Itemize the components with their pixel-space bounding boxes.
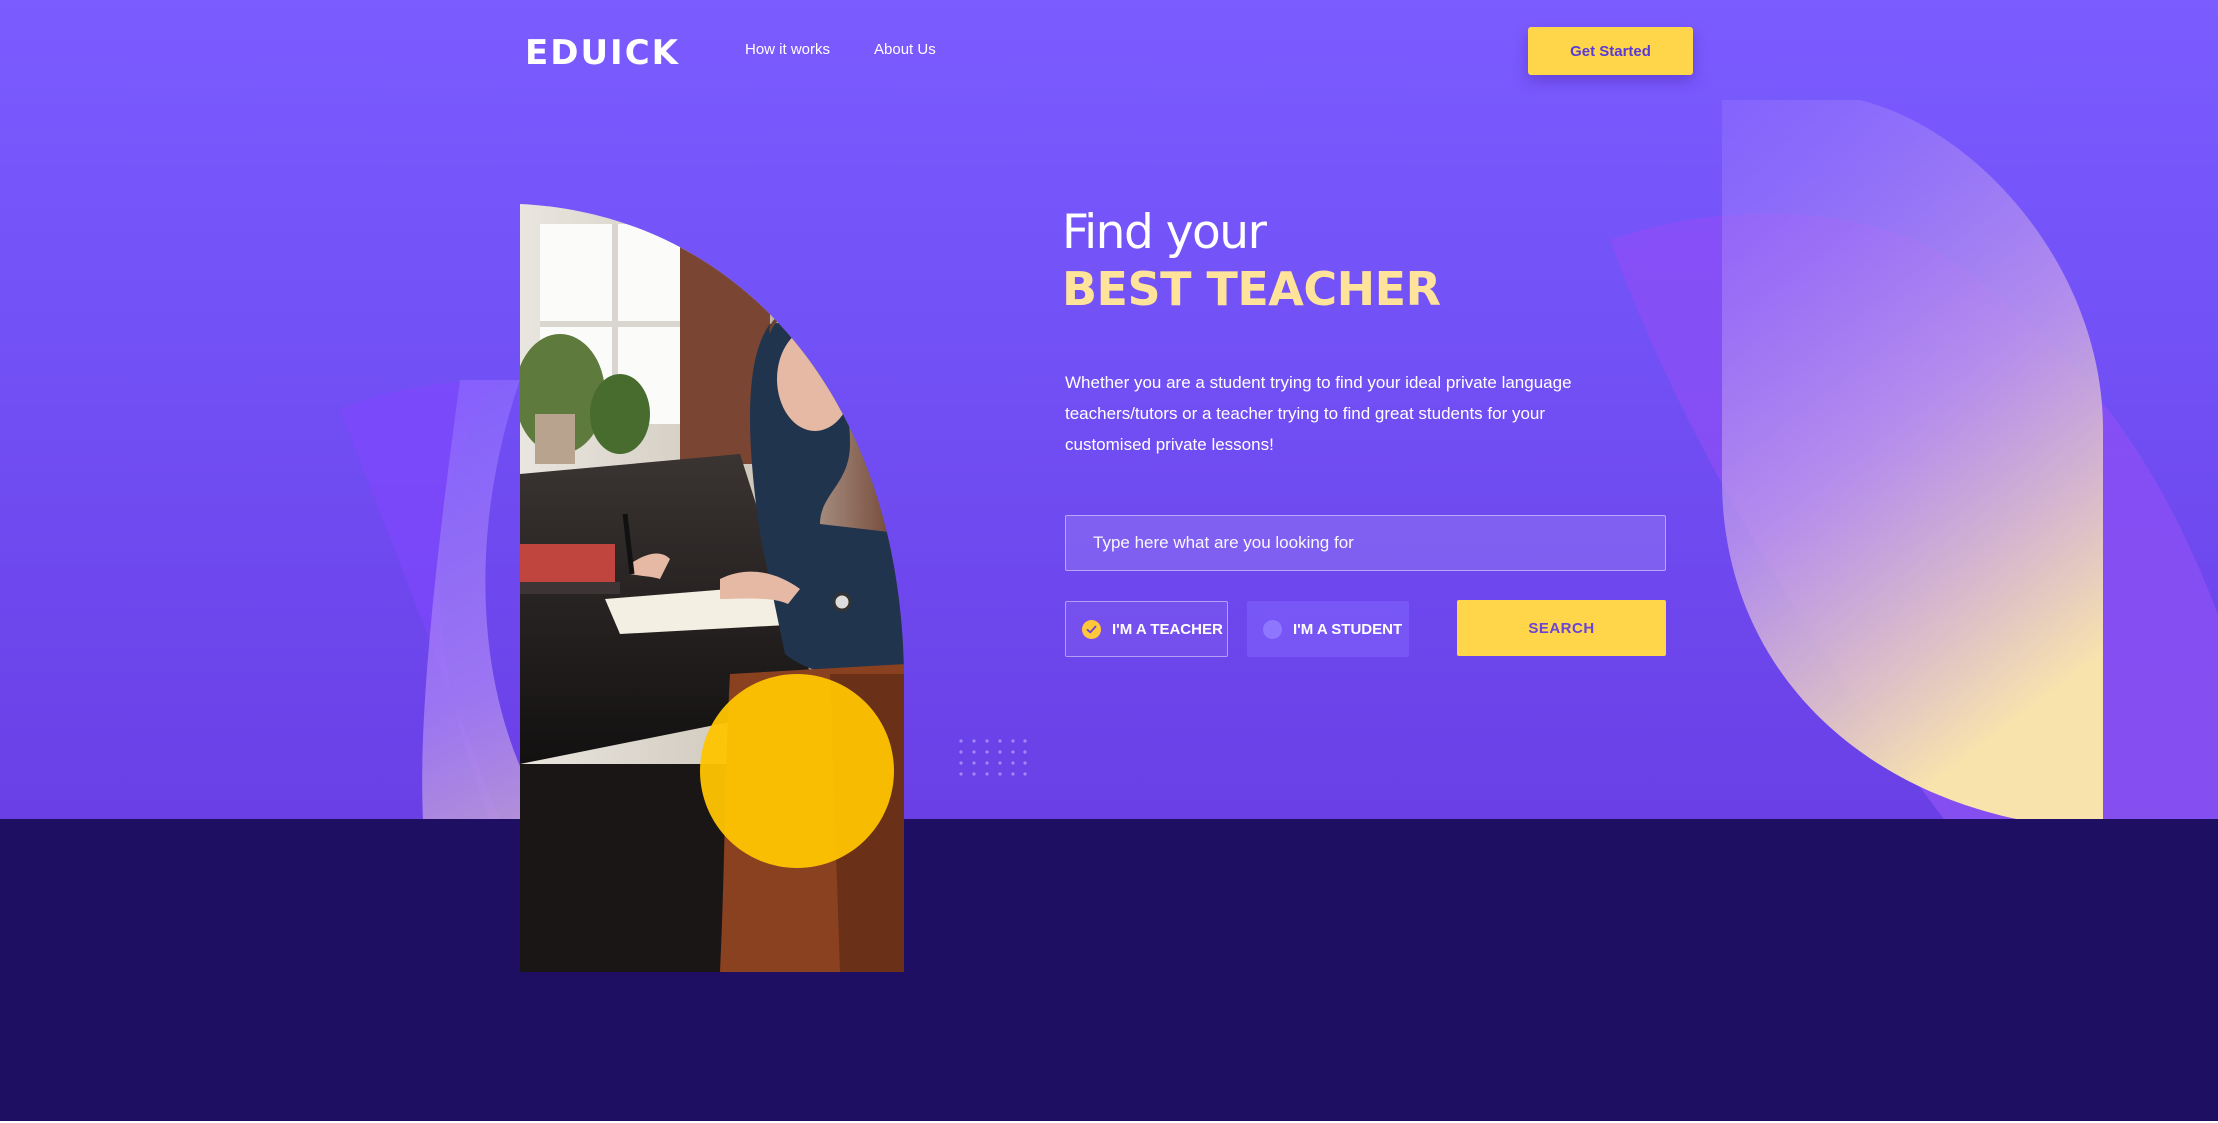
role-option-teacher[interactable]: I'M A TEACHER [1065,601,1228,657]
hero-section: EDUICK How it works About Us Get Started… [0,0,2218,819]
search-input[interactable] [1065,515,1666,571]
dot-grid-decoration [959,739,1027,776]
student-photo [520,204,904,972]
nav-how-it-works[interactable]: How it works [745,41,830,58]
radio-empty-icon [1263,619,1282,639]
hero-description: Whether you are a student trying to find… [1065,373,1572,454]
nav-about-us[interactable]: About Us [874,41,936,58]
role-label-student: I'M A STUDENT [1293,620,1403,638]
bottom-section [0,819,2218,1121]
check-circle-icon [1082,619,1101,639]
get-started-button[interactable]: Get Started [1528,27,1693,75]
role-option-student[interactable]: I'M A STUDENT [1247,601,1409,657]
logo[interactable]: EDUICK [525,33,680,73]
role-label-teacher: I'M A TEACHER [1112,620,1223,638]
search-button[interactable]: SEARCH [1457,600,1666,656]
hero-title-line1: Find your [1062,205,1267,260]
right-leaf-decoration [1610,100,2218,819]
hero-title-highlight: BEST TEACHER [1062,262,1441,316]
